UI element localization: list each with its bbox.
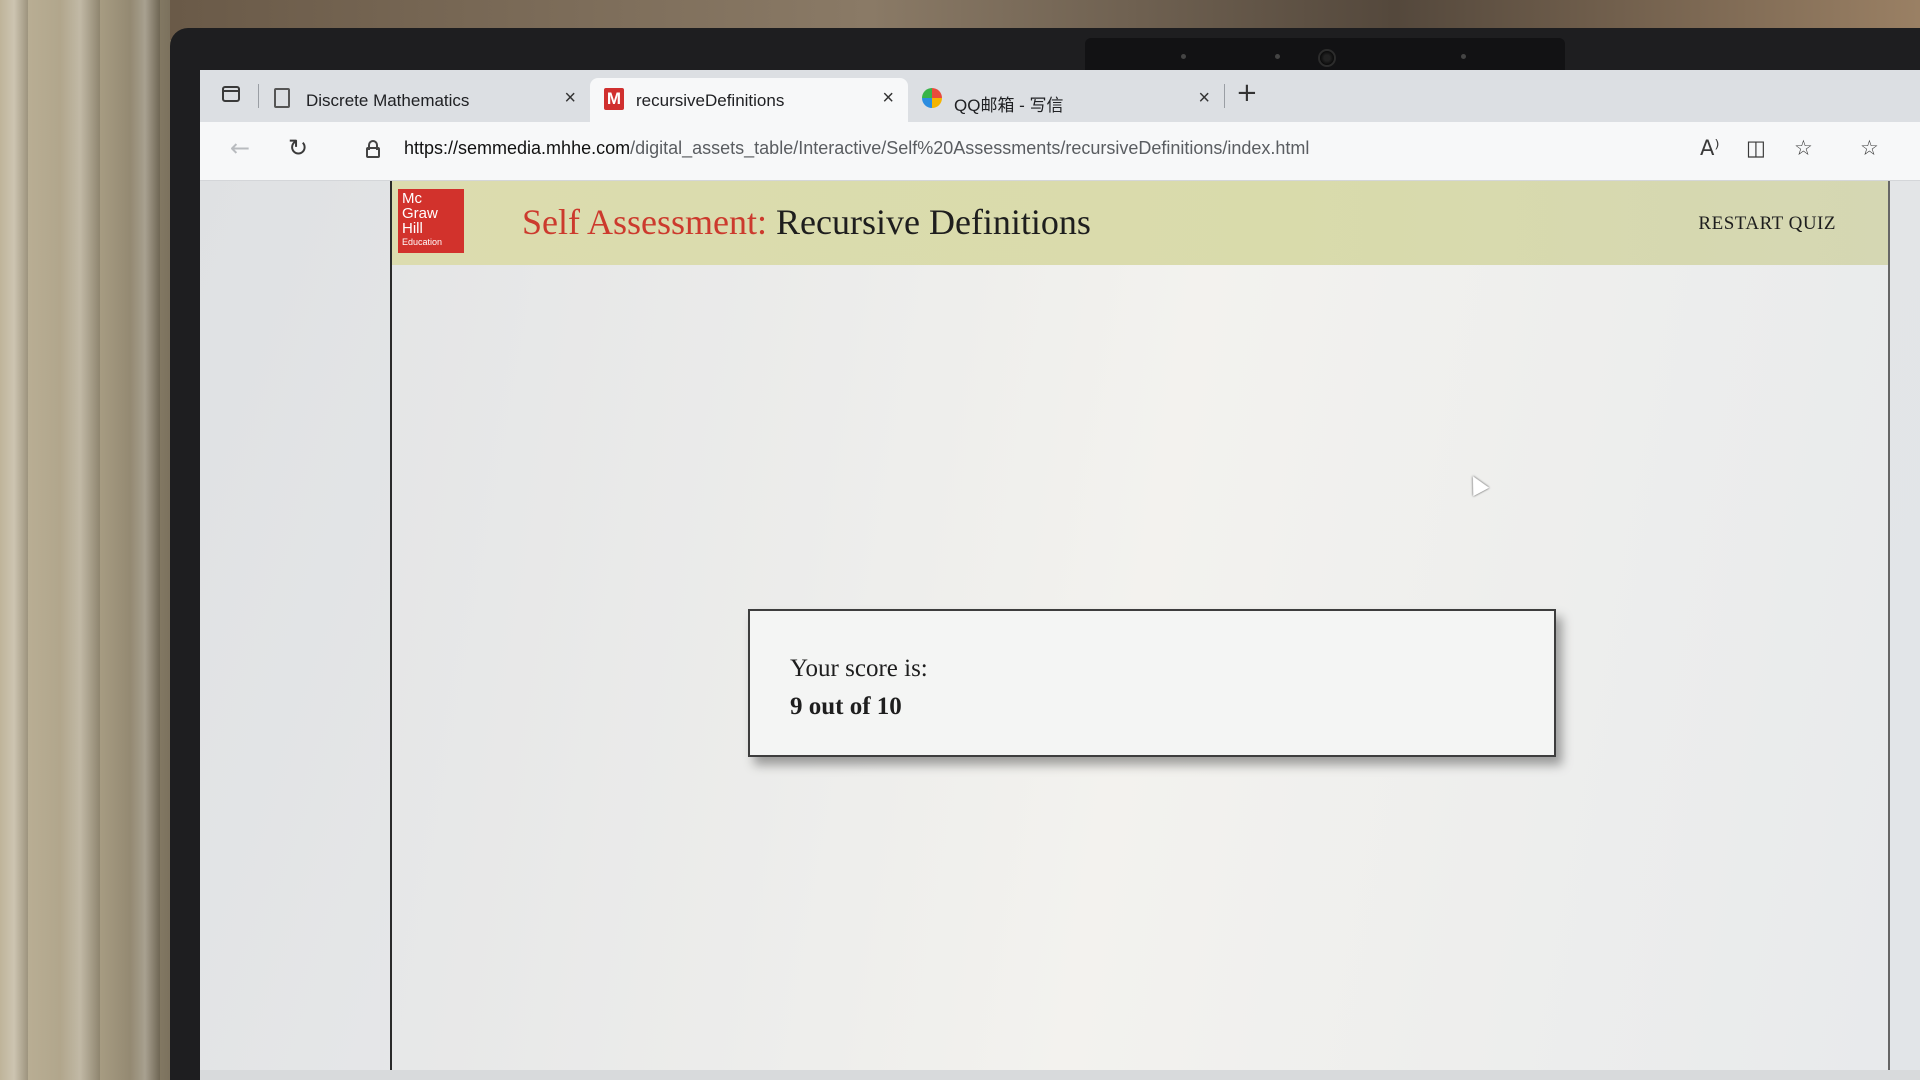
tab-label: QQ邮箱 - 写信 — [954, 96, 1064, 115]
read-aloud-icon[interactable]: A⁾ — [1700, 136, 1720, 160]
quiz-header: Mc Graw Hill Education Self Assessment: … — [392, 181, 1888, 265]
url-host: https://semmedia.mhhe.com — [404, 138, 631, 158]
browser-tab-strip: Discrete Mathematics × M recursiveDefini… — [200, 70, 1920, 122]
url-path: /digital_assets_table/Interactive/Self%2… — [630, 138, 1310, 158]
logo-line: Education — [402, 237, 443, 247]
tab-recursive-definitions[interactable]: M recursiveDefinitions × — [590, 78, 908, 122]
laptop-screen: Discrete Mathematics × M recursiveDefini… — [200, 70, 1920, 1080]
webcam-housing — [1085, 38, 1565, 74]
address-bar[interactable]: https://semmedia.mhhe.com/digital_assets… — [404, 138, 1309, 159]
tab-qq-mail[interactable]: QQ邮箱 - 写信 × — [908, 78, 1224, 122]
score-value: 9 out of 10 — [790, 693, 902, 720]
split-screen-icon[interactable]: ◫ — [1746, 136, 1766, 160]
lock-icon[interactable] — [366, 140, 380, 158]
web-page: Mc Graw Hill Education Self Assessment: … — [200, 181, 1920, 1080]
sensor-dot — [1461, 54, 1466, 59]
tab-separator — [1224, 84, 1225, 108]
logo-line: Mc — [402, 190, 422, 207]
restart-quiz-button[interactable]: RESTART QUIZ — [1698, 213, 1836, 235]
close-icon[interactable]: × — [564, 87, 576, 110]
score-label: Your score is: — [790, 655, 928, 682]
photo-scene: Discrete Mathematics × M recursiveDefini… — [0, 0, 1920, 1080]
sensor-dot — [1181, 54, 1186, 59]
curtain-fold — [60, 0, 100, 1080]
close-icon[interactable]: × — [1198, 87, 1210, 110]
title-suffix: Recursive Definitions — [776, 202, 1091, 242]
curtain-fold — [130, 0, 160, 1080]
page-icon — [274, 88, 290, 108]
webcam-lens — [1318, 49, 1336, 67]
close-icon[interactable]: × — [882, 87, 894, 110]
tab-separator — [258, 84, 259, 108]
mouse-cursor-icon — [1464, 471, 1490, 497]
mcgraw-hill-logo: Mc Graw Hill Education — [398, 189, 464, 253]
curtain-fold — [0, 0, 28, 1080]
tab-actions-icon[interactable] — [222, 86, 240, 102]
favorites-icon[interactable]: ☆ — [1860, 136, 1879, 160]
page-title: Self Assessment: Recursive Definitions — [522, 201, 1091, 243]
reload-icon[interactable]: ↻ — [288, 134, 308, 162]
tab-label: Discrete Mathematics — [306, 91, 470, 110]
sensor-dot — [1275, 54, 1280, 59]
mcgraw-hill-m-icon: M — [604, 88, 624, 110]
score-panel: Your score is: 9 out of 10 — [748, 609, 1556, 757]
quiz-container: Mc Graw Hill Education Self Assessment: … — [390, 181, 1890, 1080]
logo-line: Hill — [402, 220, 423, 237]
lock-body — [366, 147, 380, 158]
add-favorite-icon[interactable]: ☆ — [1794, 136, 1813, 160]
tab-discrete-mathematics[interactable]: Discrete Mathematics × — [260, 78, 590, 122]
logo-line: Graw — [402, 205, 438, 222]
new-tab-button[interactable]: + — [1236, 78, 1258, 108]
browser-toolbar: ← ↻ https://semmedia.mhhe.com/digital_as… — [200, 122, 1920, 181]
title-prefix: Self Assessment: — [522, 202, 768, 242]
tab-label: recursiveDefinitions — [636, 91, 785, 110]
qq-mail-icon — [922, 88, 942, 108]
back-arrow-icon[interactable]: ← — [230, 134, 250, 162]
taskbar-edge — [200, 1070, 1920, 1080]
